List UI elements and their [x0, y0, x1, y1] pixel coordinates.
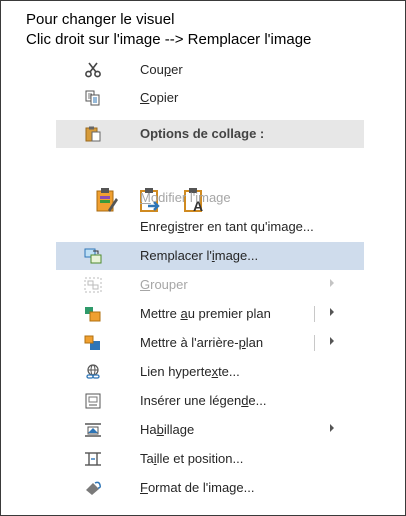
menu-item-remplacer-image[interactable]: Remplacer l'image... [56, 242, 364, 270]
menu-item-label: Mettre au premier plan [140, 306, 271, 321]
caption-line-2: Clic droit sur l'image --> Remplacer l'i… [26, 31, 312, 48]
caption-line-1: Pour changer le visuel [26, 11, 175, 28]
menu-item-enregistrer[interactable]: Enregistrer en tant qu'image... [56, 213, 364, 241]
link-icon [84, 364, 102, 380]
menu-item-arriere-plan[interactable]: Mettre à l'arrière-plan [56, 329, 364, 357]
submenu-arrow-icon [330, 279, 334, 287]
menu-item-label: Enregistrer en tant qu'image... [140, 219, 314, 234]
caption-icon [84, 393, 102, 409]
wrap-text-icon [84, 422, 102, 438]
change-picture-icon [84, 248, 102, 264]
menu-item-label: Format de l'image... [140, 480, 255, 495]
menu-item-inserer-legende[interactable]: Insérer une légende... [56, 387, 364, 415]
paste-options-label: Options de collage : [140, 126, 265, 141]
menu-item-label: Mettre à l'arrière-plan [140, 335, 264, 350]
submenu-arrow-icon[interactable] [330, 337, 334, 345]
context-menu: Couper Copier Options de collage : A Mod… [56, 56, 364, 495]
menu-item-label: Taille et position... [140, 451, 244, 466]
split-divider [314, 335, 315, 351]
group-icon [84, 277, 102, 293]
menu-item-premier-plan[interactable]: Mettre au premier plan [56, 300, 364, 328]
send-backward-icon [84, 335, 102, 351]
instruction-caption: Pour changer le visuel Clic droit sur l'… [26, 10, 402, 50]
menu-item-label: Copier [140, 90, 179, 105]
menu-item-label: Modifier l'image [140, 190, 231, 205]
menu-item-copier[interactable]: Copier [56, 84, 364, 112]
clipboard-icon [84, 126, 102, 142]
menu-item-label: Lien hypertexte... [140, 364, 240, 379]
split-divider [314, 306, 315, 322]
menu-item-label: Grouper [140, 277, 188, 292]
scissors-icon [84, 62, 102, 78]
menu-item-label: Couper [140, 62, 183, 77]
submenu-arrow-icon [330, 424, 334, 432]
bring-forward-icon [84, 306, 102, 322]
submenu-arrow-icon[interactable] [330, 308, 334, 316]
menu-item-lien-hypertexte[interactable]: Lien hypertexte... [56, 358, 364, 386]
format-picture-icon [84, 480, 102, 496]
menu-item-couper[interactable]: Couper [56, 56, 364, 84]
menu-item-label: Insérer une légende... [140, 393, 267, 408]
menu-item-label: Remplacer l'image... [140, 248, 259, 263]
menu-item-label: Habillage [140, 422, 195, 437]
paste-options-header: Options de collage : [56, 120, 364, 148]
size-position-icon [84, 451, 102, 467]
menu-item-grouper[interactable]: Grouper [56, 271, 364, 299]
menu-item-taille-position[interactable]: Taille et position... [56, 445, 364, 473]
menu-item-modifier-image[interactable]: Modifier l'image [56, 184, 364, 212]
menu-item-habillage[interactable]: Habillage [56, 416, 364, 444]
menu-item-format-image[interactable]: Format de l'image... [56, 474, 364, 502]
copy-icon [84, 90, 102, 106]
